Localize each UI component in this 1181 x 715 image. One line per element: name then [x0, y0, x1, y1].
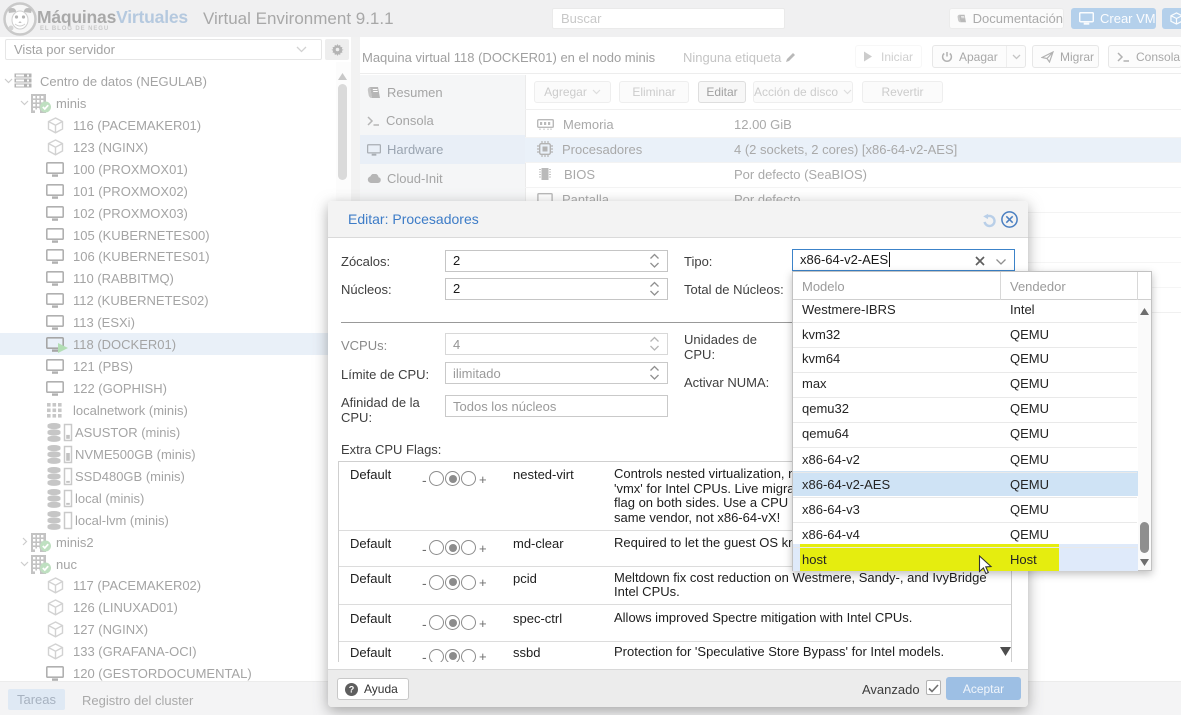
svg-text:?: ?	[349, 684, 355, 694]
